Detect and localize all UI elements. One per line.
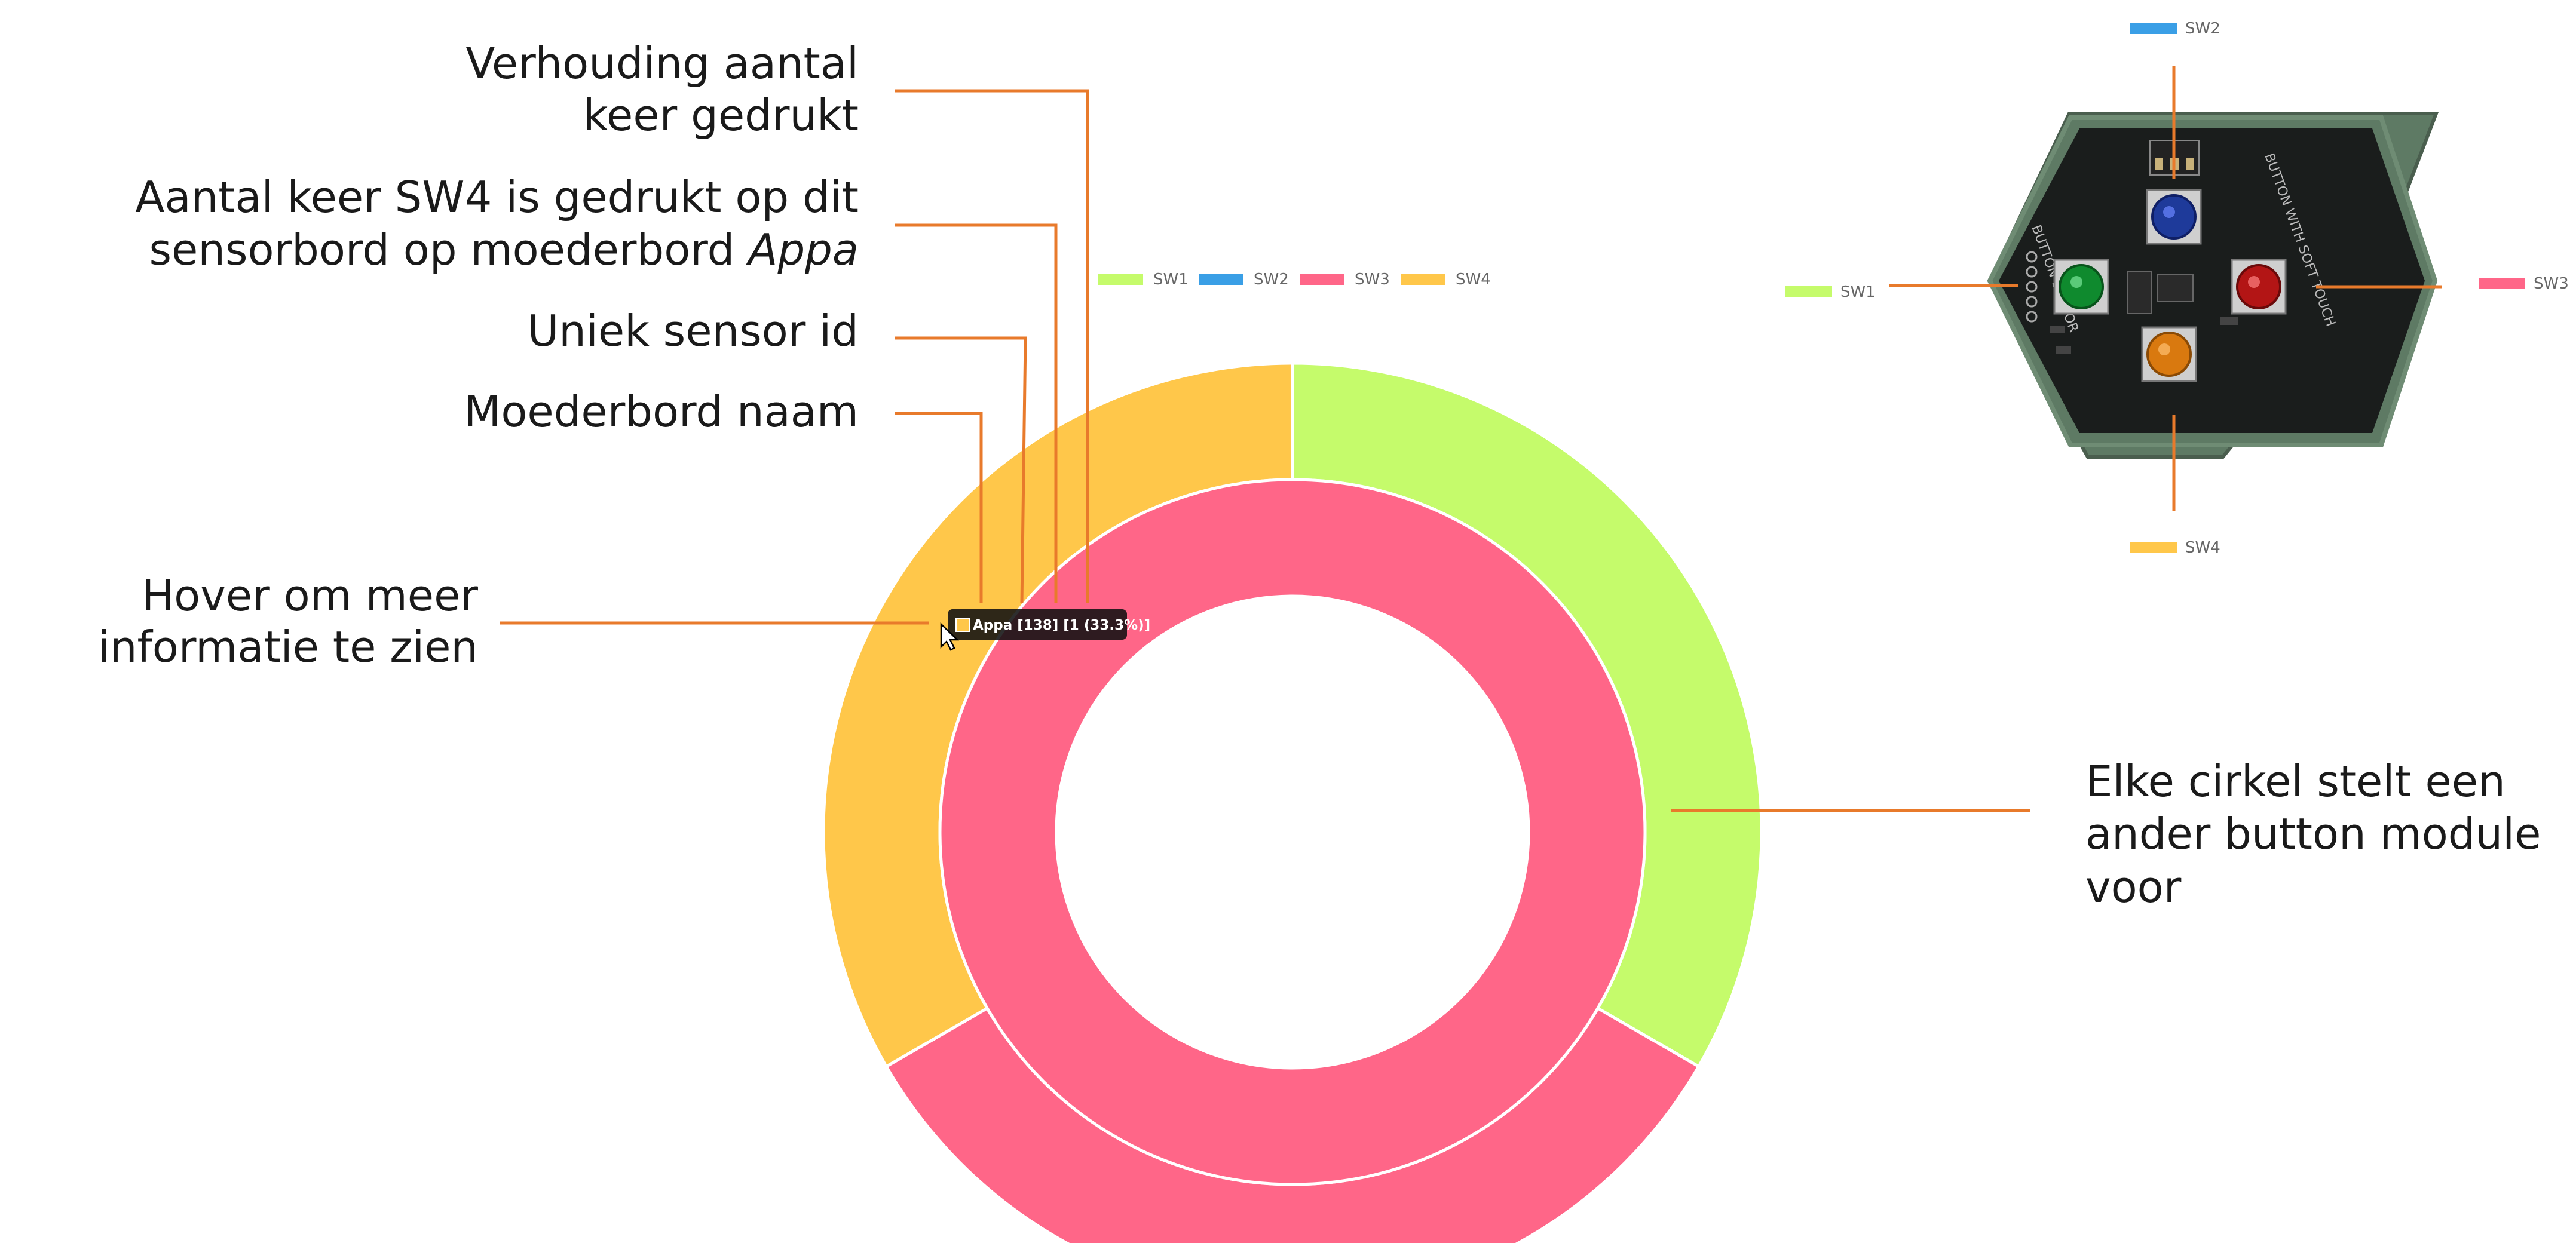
board-label-sw4: SW4 — [2130, 539, 2220, 557]
board-header-pin-3 — [2186, 158, 2194, 170]
board-label-sw1-text: SW1 — [1840, 283, 1876, 301]
annotation-elke-line3: voor — [2085, 862, 2182, 912]
annotation-aantal-keer-line2: sensorbord op moederbord Appa — [149, 225, 859, 275]
board-button-sw3-cap — [2236, 264, 2281, 309]
annotation-hover: Hover om meer informatie te zien — [98, 570, 479, 672]
legend-swatch-sw3 — [1300, 274, 1344, 285]
board-button-sw3 — [2231, 259, 2287, 315]
board-label-sw1: SW1 — [1785, 283, 1876, 301]
board-header-pin-1 — [2155, 158, 2163, 170]
board-label-sw4-swatch — [2130, 542, 2177, 553]
board-label-sw4-text: SW4 — [2185, 539, 2220, 557]
annotation-verhouding: Verhouding aantal keer gedrukt — [465, 38, 859, 140]
legend-label-sw4: SW4 — [1456, 271, 1491, 289]
board-button-sw4 — [2141, 326, 2197, 382]
chart-legend: SW1 SW2 SW3 SW4 — [1098, 271, 1491, 289]
board-label-sw3: SW3 — [2479, 275, 2569, 293]
annotation-moederbord: Moederbord naam — [464, 386, 859, 437]
annotation-verhouding-line2: keer gedrukt — [583, 90, 859, 140]
board-label-sw2-text: SW2 — [2185, 20, 2220, 38]
donut-slice-ring2-sw3[interactable] — [938, 478, 1647, 1186]
board-button-sw2-cap — [2151, 194, 2197, 240]
legend-swatch-sw4 — [1401, 274, 1445, 285]
annotation-hover-line1: Hover om meer — [142, 570, 478, 621]
board-component-2 — [2050, 326, 2065, 333]
board-button-sw2-shine — [2163, 206, 2175, 218]
legend-label-sw2: SW2 — [1254, 271, 1289, 289]
legend-label-sw3: SW3 — [1355, 271, 1390, 289]
donut-chart[interactable] — [822, 361, 1763, 1243]
board-button-sw1-cap — [2059, 264, 2104, 309]
board-button-sw4-shine — [2158, 343, 2170, 355]
board-label-sw2-swatch — [2130, 23, 2177, 34]
board-button-sw3-shine — [2248, 276, 2260, 288]
board-label-sw2: SW2 — [2130, 20, 2220, 38]
board-component-1 — [2220, 317, 2238, 325]
board-chip-2 — [2157, 274, 2194, 302]
tooltip-swatch — [955, 618, 970, 632]
legend-swatch-sw2 — [1199, 274, 1243, 285]
annotation-elke-line1: Elke cirkel stelt een — [2085, 756, 2505, 806]
legend-swatch-sw1 — [1098, 274, 1143, 285]
board-label-sw1-swatch — [1785, 286, 1832, 297]
board-button-sw2 — [2146, 189, 2202, 245]
annotation-uniek: Uniek sensor id — [528, 306, 859, 356]
annotation-elke-line2: ander button module — [2085, 809, 2541, 859]
annotation-elke: Elke cirkel stelt een ander button modul… — [2085, 756, 2541, 912]
board-component-3 — [2056, 346, 2071, 354]
annotation-aantal-keer-italic: Appa — [746, 225, 859, 275]
annotation-aantal-keer: Aantal keer SW4 is gedrukt op dit sensor… — [135, 172, 859, 275]
legend-label-sw1: SW1 — [1153, 271, 1189, 289]
board-button-sw1-shine — [2070, 276, 2082, 288]
annotation-aantal-keer-line2-text: sensorbord op moederbord — [149, 225, 749, 275]
infographic: SW1 SW2 SW3 SW4 Verhouding aantal keer g… — [98, 20, 2569, 1243]
board-button-sw1 — [2053, 259, 2109, 315]
annotation-verhouding-line1: Verhouding aantal — [465, 38, 859, 88]
annotation-hover-line2: informatie te zien — [98, 622, 478, 672]
tooltip-text: Appa [138] [1 (33.3%)] — [973, 618, 1150, 633]
chart-tooltip: Appa [138] [1 (33.3%)] — [948, 609, 1150, 640]
board-label-sw3-swatch — [2479, 278, 2525, 289]
annotation-aantal-keer-line1: Aantal keer SW4 is gedrukt op dit — [135, 172, 859, 222]
board-button-sw4-cap — [2146, 332, 2192, 377]
board-chip — [2127, 271, 2152, 314]
board-label-sw3-text: SW3 — [2534, 275, 2569, 293]
